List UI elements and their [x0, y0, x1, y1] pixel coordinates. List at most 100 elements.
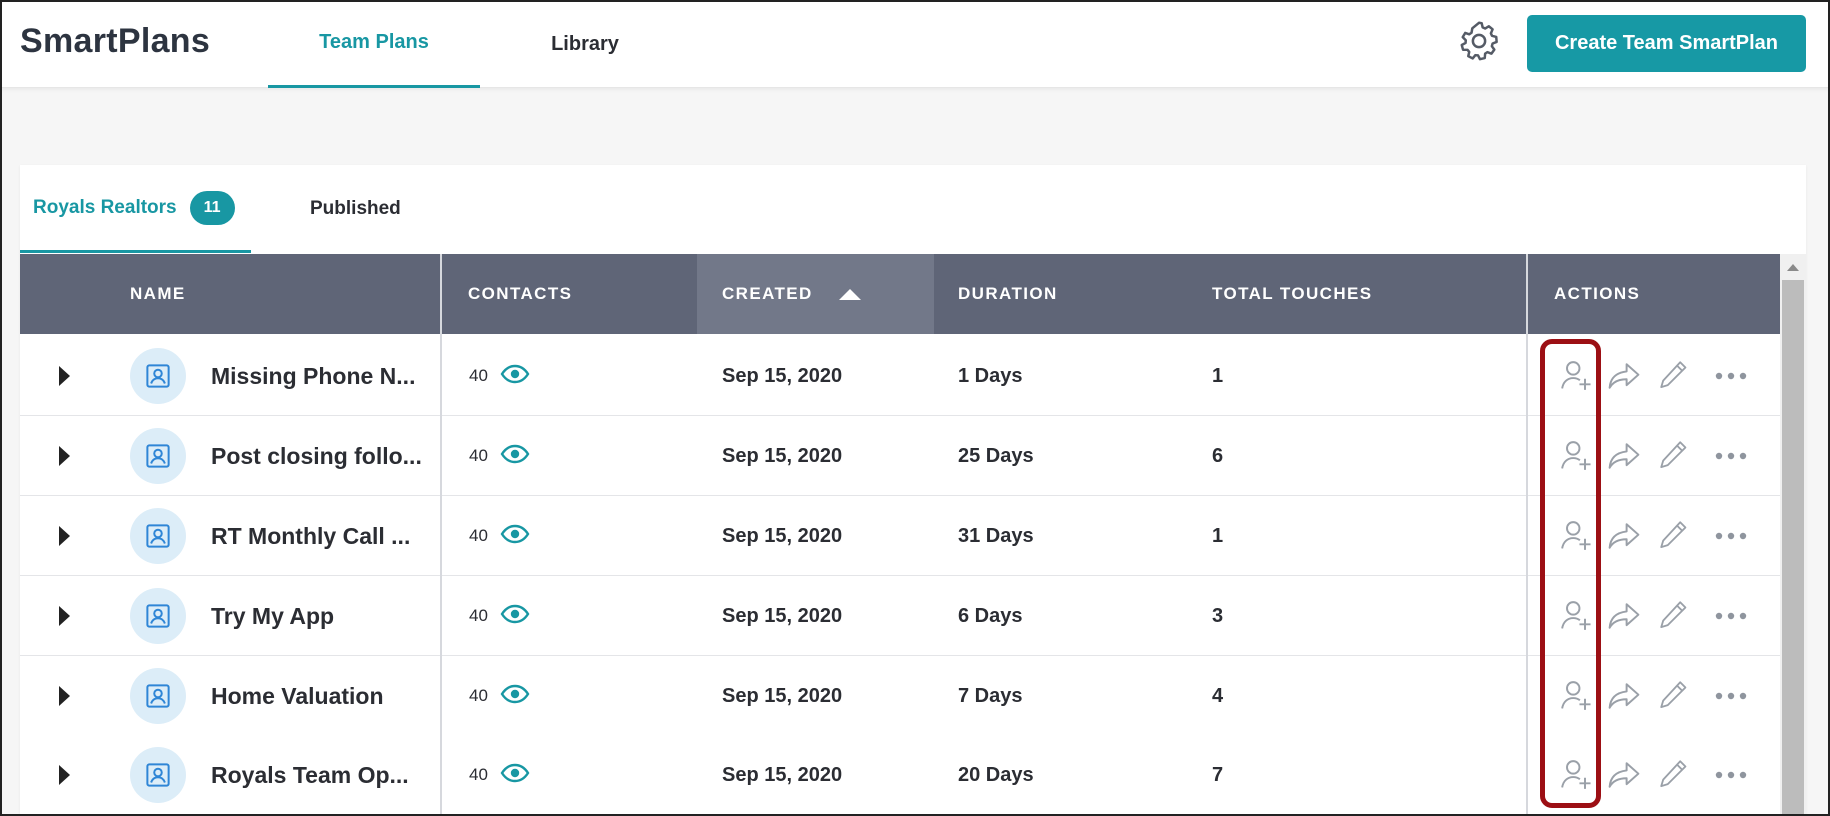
touches-cell: 6	[1212, 416, 1223, 496]
table-row[interactable]: RT Monthly Call ... 40 Sep 15, 2020 31 D…	[20, 496, 1780, 576]
scrollbar[interactable]	[1780, 254, 1806, 816]
view-contacts-eye-icon[interactable]	[500, 684, 530, 709]
column-header-created[interactable]: CREATED	[697, 254, 934, 334]
duration-cell: 25 Days	[958, 416, 1034, 496]
table-row[interactable]: Royals Team Op... 40 Sep 15, 2020 20 Day…	[20, 735, 1780, 815]
plan-name-cell[interactable]: Royals Team Op...	[211, 735, 409, 815]
edit-icon[interactable]	[1653, 516, 1693, 556]
view-contacts-eye-icon[interactable]	[500, 524, 530, 549]
subtab-published[interactable]: Published	[310, 165, 401, 253]
created-date: Sep 15, 2020	[722, 684, 843, 707]
share-icon[interactable]	[1604, 755, 1644, 795]
expand-row-toggle[interactable]	[59, 416, 70, 496]
expand-row-toggle[interactable]	[59, 336, 70, 416]
plan-avatar	[130, 735, 186, 815]
contact-card-icon	[130, 668, 186, 724]
plan-name[interactable]: Missing Phone N...	[211, 363, 415, 390]
duration-cell: 6 Days	[958, 576, 1023, 656]
created-cell: Sep 15, 2020	[722, 416, 842, 496]
create-team-smartplan-button[interactable]: Create Team SmartPlan	[1527, 15, 1806, 72]
contacts-cell: 40	[469, 576, 530, 656]
total-touches-value: 7	[1212, 763, 1224, 786]
expand-row-toggle[interactable]	[59, 496, 70, 576]
subtab-label: Royals Realtors	[33, 196, 177, 218]
view-contacts-eye-icon[interactable]	[500, 604, 530, 629]
add-contact-icon[interactable]	[1556, 676, 1596, 716]
column-header-duration[interactable]: DURATION	[958, 254, 1058, 334]
table-row[interactable]: Try My App 40 Sep 15, 2020 6 Days 3	[20, 576, 1780, 656]
touches-cell: 4	[1212, 656, 1223, 736]
add-contact-icon[interactable]	[1556, 516, 1596, 556]
created-cell: Sep 15, 2020	[722, 496, 842, 576]
edit-icon[interactable]	[1653, 755, 1693, 795]
contacts-cell: 40	[469, 416, 530, 496]
table-header: NAME CONTACTS CREATED DURATION TOTAL TOU…	[20, 254, 1780, 334]
tab-team-plans[interactable]: Team Plans	[268, 0, 480, 88]
add-contact-icon[interactable]	[1556, 436, 1596, 476]
plan-name-cell[interactable]: Home Valuation	[211, 656, 384, 736]
more-options-icon[interactable]	[1711, 755, 1751, 795]
share-icon[interactable]	[1604, 516, 1644, 556]
duration-value: 25 Days	[958, 444, 1034, 467]
plan-name[interactable]: Try My App	[211, 603, 334, 630]
table-row[interactable]: Post closing follo... 40 Sep 15, 2020 25…	[20, 416, 1780, 496]
total-touches-value: 6	[1212, 444, 1224, 467]
share-icon[interactable]	[1604, 676, 1644, 716]
caret-right-icon	[59, 366, 70, 386]
created-date: Sep 15, 2020	[722, 444, 843, 467]
subtab-royals-realtors[interactable]: Royals Realtors 11	[20, 165, 251, 253]
duration-cell: 31 Days	[958, 496, 1034, 576]
more-options-icon[interactable]	[1711, 596, 1751, 636]
edit-icon[interactable]	[1653, 356, 1693, 396]
plan-name[interactable]: RT Monthly Call ...	[211, 523, 410, 550]
plan-name-cell[interactable]: Post closing follo...	[211, 416, 422, 496]
duration-cell: 20 Days	[958, 735, 1034, 815]
plan-name-cell[interactable]: Try My App	[211, 576, 334, 656]
expand-row-toggle[interactable]	[59, 656, 70, 736]
more-options-icon[interactable]	[1711, 516, 1751, 556]
column-header-actions: ACTIONS	[1554, 284, 1641, 303]
table-row[interactable]: Missing Phone N... 40 Sep 15, 2020 1 Day…	[20, 336, 1780, 416]
top-navigation-bar: SmartPlans Team Plans Library Create Tea…	[0, 0, 1830, 88]
edit-icon[interactable]	[1653, 676, 1693, 716]
created-cell: Sep 15, 2020	[722, 656, 842, 736]
add-contact-icon[interactable]	[1556, 356, 1596, 396]
total-touches-value: 1	[1212, 524, 1224, 547]
more-options-icon[interactable]	[1711, 356, 1751, 396]
plan-name[interactable]: Post closing follo...	[211, 443, 422, 470]
edit-icon[interactable]	[1653, 596, 1693, 636]
tab-library[interactable]: Library	[480, 0, 690, 88]
contacts-cell: 40	[469, 735, 530, 815]
scrollbar-thumb[interactable]	[1782, 280, 1804, 816]
more-options-icon[interactable]	[1711, 436, 1751, 476]
column-divider	[440, 254, 442, 816]
plan-name-cell[interactable]: RT Monthly Call ...	[211, 496, 410, 576]
plan-name[interactable]: Home Valuation	[211, 683, 384, 710]
column-header-name[interactable]: NAME	[130, 254, 186, 334]
created-date: Sep 15, 2020	[722, 763, 843, 786]
more-options-icon[interactable]	[1711, 676, 1751, 716]
plan-avatar	[130, 496, 186, 576]
column-header-contacts[interactable]: CONTACTS	[468, 254, 572, 334]
share-icon[interactable]	[1604, 356, 1644, 396]
gear-icon[interactable]	[1456, 18, 1502, 64]
duration-value: 31 Days	[958, 524, 1034, 547]
share-icon[interactable]	[1604, 596, 1644, 636]
plan-avatar	[130, 336, 186, 416]
expand-row-toggle[interactable]	[59, 735, 70, 815]
share-icon[interactable]	[1604, 436, 1644, 476]
table-row[interactable]: Home Valuation 40 Sep 15, 2020 7 Days 4	[20, 656, 1780, 736]
contacts-cell: 40	[469, 656, 530, 736]
expand-row-toggle[interactable]	[59, 576, 70, 656]
column-header-total-touches[interactable]: TOTAL TOUCHES	[1212, 254, 1373, 334]
edit-icon[interactable]	[1653, 436, 1693, 476]
add-contact-icon[interactable]	[1556, 755, 1596, 795]
plan-name[interactable]: Royals Team Op...	[211, 762, 409, 789]
view-contacts-eye-icon[interactable]	[500, 444, 530, 469]
add-contact-icon[interactable]	[1556, 596, 1596, 636]
caret-right-icon	[59, 446, 70, 466]
view-contacts-eye-icon[interactable]	[500, 763, 530, 788]
plan-name-cell[interactable]: Missing Phone N...	[211, 336, 415, 416]
scroll-up-arrow-icon[interactable]	[1787, 264, 1799, 271]
view-contacts-eye-icon[interactable]	[500, 364, 530, 389]
